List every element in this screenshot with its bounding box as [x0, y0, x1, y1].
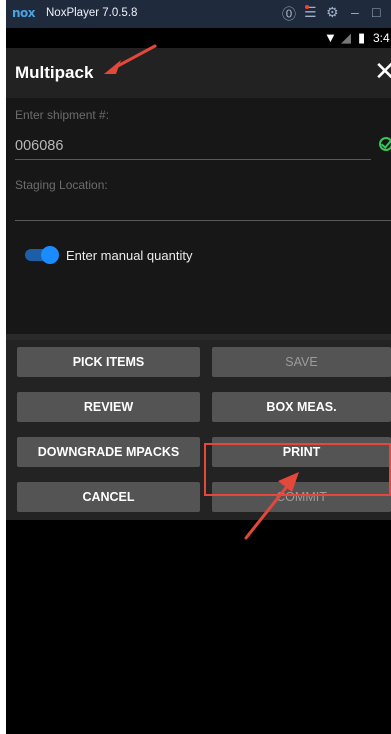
- annotation-arrows: [104, 44, 299, 540]
- commit-arrow: [244, 472, 299, 540]
- emulator-screen: nox NoxPlayer 7.0.5.8 ⓪ ☰ ⚙ – □ ▼ ◢ ▮ 3:…: [0, 0, 391, 734]
- title-arrow: [104, 44, 157, 74]
